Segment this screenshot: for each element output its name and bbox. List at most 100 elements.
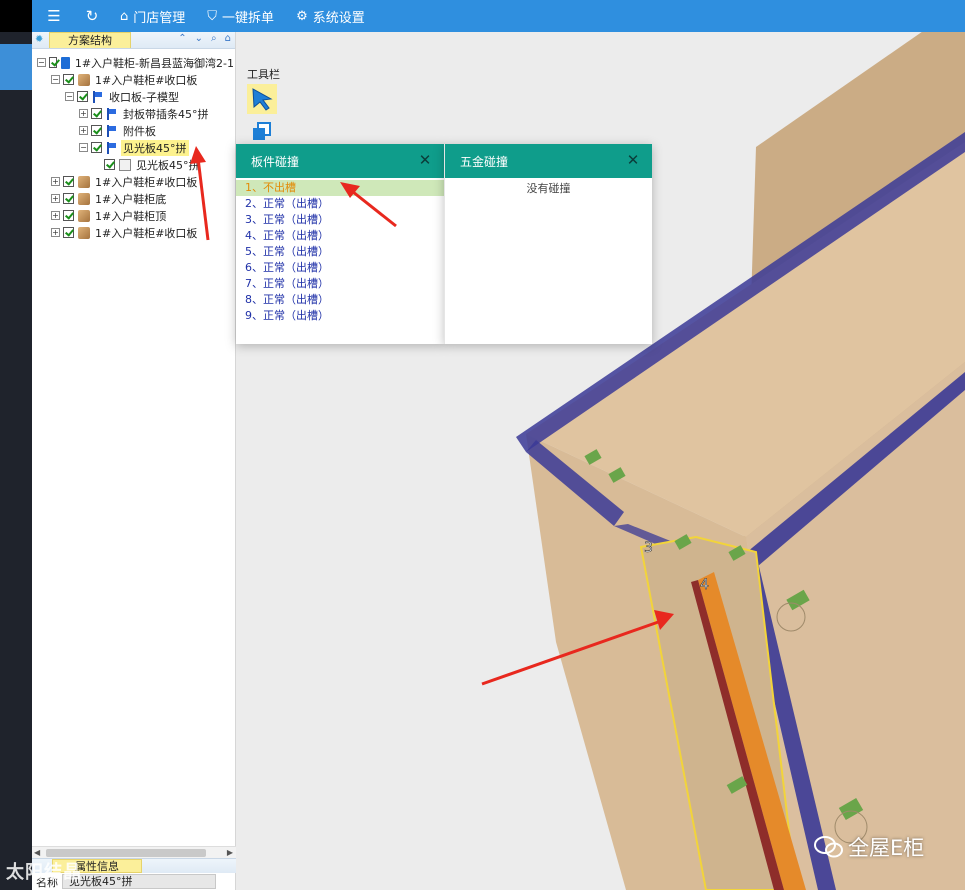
gear-icon: ✹	[35, 34, 44, 45]
home-icon[interactable]: ⌂	[225, 33, 231, 44]
box-icon	[78, 73, 90, 86]
close-icon[interactable]: ✕	[418, 153, 432, 168]
scroll-right-icon[interactable]: ▶	[227, 848, 233, 857]
expand-toggle[interactable]: +	[51, 194, 60, 203]
menu-one-click-split[interactable]: ⛉ 一键拆单	[207, 7, 274, 26]
menu-label: 一键拆单	[222, 10, 275, 26]
popup-title: 五金碰撞	[460, 154, 509, 169]
popup-header: 五金碰撞 ✕	[445, 144, 652, 178]
node-checkbox[interactable]	[63, 210, 74, 221]
home-icon: ⌂	[120, 8, 129, 24]
node-label: 封板带插条45°拼	[123, 107, 209, 121]
collision-item[interactable]: 9、正常（出槽）	[236, 308, 444, 324]
hardware-collision-popup: 五金碰撞 ✕ 没有碰撞	[444, 144, 652, 344]
watermark-left: 太阳结晶	[6, 862, 82, 883]
panel-tab-scheme[interactable]: 方案结构	[49, 32, 131, 48]
vertex-label-3: 3	[644, 540, 653, 556]
expand-all-icon[interactable]: ⌃	[178, 33, 186, 44]
search-icon[interactable]: ⌕	[211, 33, 217, 44]
node-checkbox[interactable]	[63, 74, 74, 85]
horizontal-scrollbar[interactable]: ◀ ▶	[32, 846, 236, 858]
menu-label: 系统设置	[312, 10, 365, 26]
property-value-field[interactable]: 见光板45°拼	[62, 874, 216, 889]
tree-node[interactable]: − 1#入户鞋柜#收口板	[32, 71, 236, 88]
panel-tools: ⌃ ⌄ ⌕ ⌂	[178, 33, 231, 44]
copy-tool-button[interactable]	[247, 116, 277, 146]
menu-system-settings[interactable]: ⚙ 系统设置	[296, 7, 365, 26]
shield-check-icon: ⛉	[207, 8, 218, 24]
left-rail	[0, 0, 32, 890]
collision-item[interactable]: 7、正常（出槽）	[236, 276, 444, 292]
node-label: 1#入户鞋柜-新昌县蓝海御湾2-1	[74, 56, 234, 70]
panel-header: ✹ 方案结构 ⌃ ⌄ ⌕ ⌂	[32, 32, 235, 49]
expand-toggle[interactable]: +	[51, 228, 60, 237]
flag-icon	[106, 107, 118, 120]
collapse-toggle[interactable]: −	[37, 58, 46, 67]
scroll-left-icon[interactable]: ◀	[34, 848, 40, 857]
menu-label: 门店管理	[133, 10, 186, 26]
rail-top-block	[0, 0, 32, 32]
node-checkbox[interactable]	[48, 57, 58, 68]
plate-icon	[119, 158, 131, 171]
menu-store-management[interactable]: ⌂ 门店管理	[120, 7, 185, 26]
node-label: 1#入户鞋柜#收口板	[95, 73, 198, 87]
collision-item[interactable]: 6、正常（出槽）	[236, 260, 444, 276]
watermark-right: 全屋E柜	[814, 832, 924, 862]
collision-item[interactable]: 4、正常（出槽）	[236, 228, 444, 244]
collapse-toggle[interactable]: −	[79, 143, 88, 152]
annotation-arrow-tree	[190, 146, 210, 241]
node-checkbox[interactable]	[91, 142, 102, 153]
box-icon	[78, 175, 90, 188]
collision-item[interactable]: 5、正常（出槽）	[236, 244, 444, 260]
copy-icon	[253, 122, 271, 140]
box-icon	[78, 226, 90, 239]
node-checkbox[interactable]	[63, 193, 74, 204]
flag-icon	[106, 124, 118, 137]
box-icon	[78, 192, 90, 205]
node-checkbox[interactable]	[91, 108, 102, 119]
cursor-arrow-icon	[252, 88, 273, 111]
scheme-structure-panel: ✹ 方案结构 ⌃ ⌄ ⌕ ⌂ − 1#入户鞋柜-新昌县蓝海御湾2-1 − 1#入…	[32, 32, 236, 890]
rail-active-item[interactable]	[0, 44, 32, 90]
collision-item[interactable]: 8、正常（出槽）	[236, 292, 444, 308]
node-label: 1#入户鞋柜底	[95, 192, 167, 206]
expand-toggle[interactable]: +	[51, 177, 60, 186]
top-menu-bar: ☰ ↻ ⌂ 门店管理 ⛉ 一键拆单 ⚙ 系统设置	[0, 0, 965, 32]
tree-node[interactable]: − 1#入户鞋柜-新昌县蓝海御湾2-1	[32, 54, 236, 71]
expand-toggle[interactable]: +	[51, 211, 60, 220]
tree-node[interactable]: + 附件板	[32, 122, 236, 139]
wechat-icon	[814, 836, 843, 858]
toolbar: 工具栏	[247, 66, 287, 146]
node-label: 收口板-子模型	[109, 90, 179, 104]
expand-toggle[interactable]: +	[79, 109, 88, 118]
vertex-label-4: 4	[700, 577, 709, 593]
cabinet-icon	[61, 56, 70, 69]
menu-icon[interactable]: ☰	[44, 6, 64, 26]
board-collision-popup: 板件碰撞 ✕ 1、不出槽 2、正常（出槽） 3、正常（出槽） 4、正常（出槽） …	[236, 144, 444, 344]
flag-icon	[106, 141, 118, 154]
node-checkbox[interactable]	[63, 227, 74, 238]
collapse-toggle[interactable]: −	[65, 92, 74, 101]
toolbar-title: 工具栏	[247, 68, 280, 81]
flag-icon	[92, 90, 104, 103]
collapse-toggle[interactable]: −	[51, 75, 60, 84]
annotation-arrow-popup	[340, 182, 397, 228]
collapse-all-icon[interactable]: ⌄	[195, 33, 203, 44]
empty-message: 没有碰撞	[526, 182, 571, 195]
node-checkbox[interactable]	[91, 125, 102, 136]
node-label: 见光板45°拼	[121, 139, 189, 156]
select-tool-button[interactable]	[247, 84, 277, 114]
popup-title: 板件碰撞	[251, 154, 300, 169]
node-label: 1#入户鞋柜顶	[95, 209, 167, 223]
node-checkbox[interactable]	[77, 91, 88, 102]
tree-node[interactable]: − 收口板-子模型	[32, 88, 236, 105]
tree-node[interactable]: + 封板带插条45°拼	[32, 105, 236, 122]
refresh-icon[interactable]: ↻	[82, 6, 102, 26]
popup-header: 板件碰撞 ✕	[236, 144, 444, 178]
close-icon[interactable]: ✕	[626, 153, 640, 168]
scrollbar-thumb[interactable]	[46, 849, 206, 857]
expand-toggle[interactable]: +	[79, 126, 88, 135]
node-checkbox[interactable]	[104, 159, 115, 170]
node-checkbox[interactable]	[63, 176, 74, 187]
node-label: 附件板	[123, 124, 156, 138]
